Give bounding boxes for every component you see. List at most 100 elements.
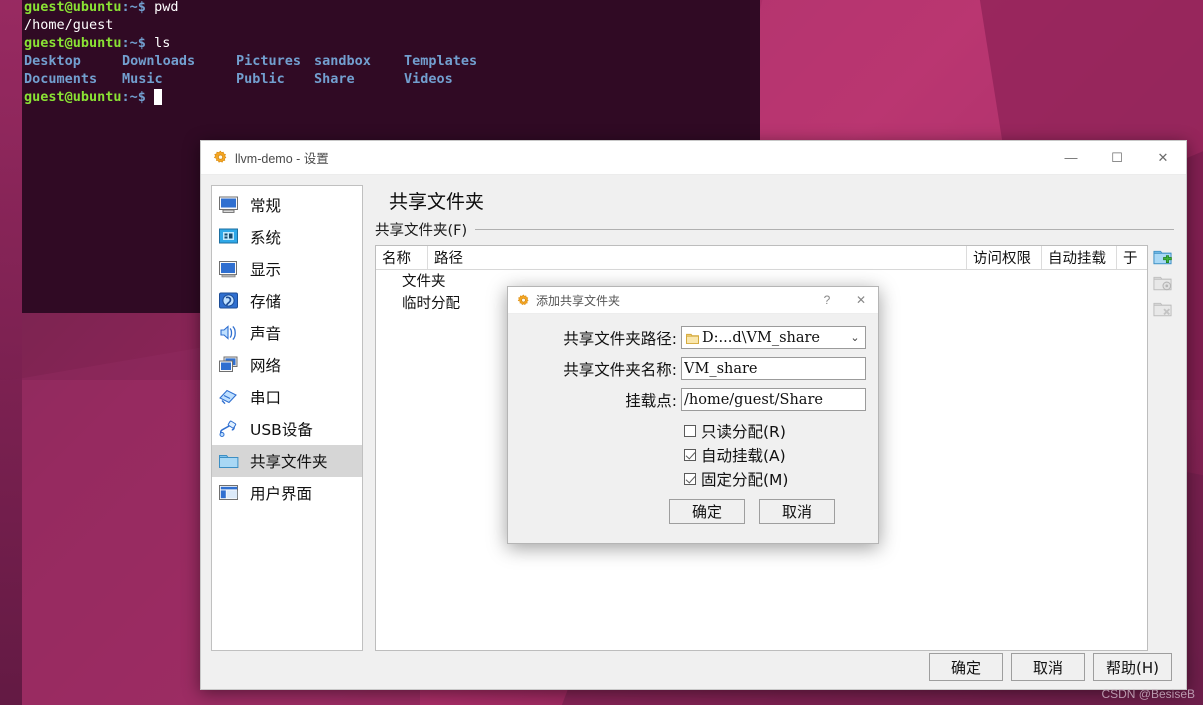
watermark: CSDN @BesiseB <box>1101 687 1195 701</box>
add-shared-folder-button[interactable] <box>1152 247 1172 267</box>
serial-icon <box>218 387 240 407</box>
table-header-row: 名称路径访问权限自动挂载于 <box>376 246 1147 270</box>
make-permanent-checkbox[interactable]: 固定分配(M) <box>684 467 866 491</box>
help-button[interactable]: 帮助(H) <box>1093 653 1172 681</box>
field-value: D:...d\VM_share <box>702 330 847 346</box>
remove-shared-folder-button <box>1152 299 1172 319</box>
sidebar-item-7[interactable]: 串口 <box>212 381 362 413</box>
checkbox-label: 自动挂载(A) <box>701 444 786 466</box>
folder-icon <box>686 332 699 343</box>
dialog-checkboxes: 只读分配(R)自动挂载(A)固定分配(M) <box>518 419 866 491</box>
speaker-icon <box>218 323 240 343</box>
help-icon[interactable]: ? <box>810 287 844 314</box>
group-divider <box>475 229 1174 230</box>
dialog-button-row: 确定 取消 <box>638 499 866 524</box>
ok-button[interactable]: 确定 <box>929 653 1003 681</box>
wallpaper-edge-strip <box>0 0 22 705</box>
dialog-field-row: 挂载点:/home/guest/Share <box>518 388 866 411</box>
terminal-line: guest@ubuntu:~$ <box>24 88 758 106</box>
checkbox-label: 只读分配(R) <box>701 420 786 442</box>
window-controls: — ☐ ✕ <box>1048 141 1186 175</box>
sidebar-item-label: 用户界面 <box>250 482 312 504</box>
display-icon <box>218 259 240 279</box>
network-icon <box>218 355 240 375</box>
dialog-cancel-button[interactable]: 取消 <box>759 499 835 524</box>
sidebar-item-1[interactable]: 常规 <box>212 189 362 221</box>
cancel-button[interactable]: 取消 <box>1011 653 1085 681</box>
settings-window-title: llvm-demo - 设置 <box>235 148 329 167</box>
gear-icon <box>213 150 228 165</box>
chip-icon <box>218 227 240 247</box>
settings-titlebar[interactable]: llvm-demo - 设置 — ☐ ✕ <box>201 141 1186 175</box>
sidebar-item-label: 网络 <box>250 354 281 376</box>
checkbox-box[interactable] <box>684 449 696 461</box>
table-column-header[interactable]: 名称 <box>376 246 428 269</box>
table-column-header[interactable]: 路径 <box>428 246 967 269</box>
field-label: 挂载点: <box>518 389 681 411</box>
dialog-window-controls: ? ✕ <box>810 287 878 314</box>
dialog-fields: 共享文件夹路径:D:...d\VM_share⌄ 共享文件夹名称:VM_share… <box>518 326 866 411</box>
auto-mount-checkbox[interactable]: 自动挂载(A) <box>684 443 866 467</box>
sidebar-item-label: 系统 <box>250 226 281 248</box>
sidebar-item-8[interactable]: USB设备 <box>212 413 362 445</box>
sidebar-item-label: 声音 <box>250 322 281 344</box>
checkbox-box[interactable] <box>684 473 696 485</box>
shared-folder-path-field[interactable]: D:...d\VM_share⌄ <box>681 326 866 349</box>
table-column-header[interactable]: 于 <box>1117 246 1147 269</box>
dialog-field-row: 共享文件夹名称:VM_share <box>518 357 866 380</box>
add-shared-folder-dialog[interactable]: 添加共享文件夹 ? ✕ 共享文件夹路径:D:...d\VM_share⌄共享文件… <box>507 286 879 544</box>
close-icon[interactable]: ✕ <box>1140 141 1186 175</box>
sidebar-item-5[interactable]: 声音 <box>212 317 362 349</box>
sidebar-item-4[interactable]: 存储 <box>212 285 362 317</box>
terminal-line: DocumentsMusicPublicShareVideos <box>24 70 758 88</box>
desktop-wallpaper: DocumentsMusicPublicShareVideosguest@ubu… <box>0 0 1203 705</box>
sidebar-item-2[interactable]: 系统 <box>212 221 362 253</box>
field-value: VM_share <box>684 361 863 377</box>
dialog-titlebar[interactable]: 添加共享文件夹 ? ✕ <box>508 287 878 314</box>
dialog-title: 添加共享文件夹 <box>536 292 620 309</box>
terminal-output: DocumentsMusicPublicShareVideosguest@ubu… <box>24 0 758 106</box>
sidebar-item-6[interactable]: 网络 <box>212 349 362 381</box>
terminal-line: DesktopDownloadsPicturessandboxTemplates <box>24 52 758 70</box>
dialog-ok-button[interactable]: 确定 <box>669 499 745 524</box>
sidebar-item-label: 共享文件夹 <box>250 450 328 472</box>
sidebar-item-9[interactable]: 共享文件夹 <box>212 445 362 477</box>
sidebar-item-label: 串口 <box>250 386 281 408</box>
sidebar-item-3[interactable]: 显示 <box>212 253 362 285</box>
interface-icon <box>218 483 240 503</box>
gear-icon <box>517 294 530 307</box>
disk-icon <box>218 291 240 311</box>
monitor-icon <box>218 195 240 215</box>
edit-shared-folder-button <box>1152 273 1172 293</box>
dialog-body: 共享文件夹路径:D:...d\VM_share⌄ 共享文件夹名称:VM_share… <box>508 314 878 543</box>
settings-sidebar[interactable]: 常规系统显示存储声音网络串口 USB设备共享文件夹用户界面 <box>211 185 363 651</box>
terminal-line: guest@ubuntu:~$ pwd <box>24 0 758 16</box>
maximize-icon[interactable]: ☐ <box>1094 141 1140 175</box>
read-only-checkbox[interactable]: 只读分配(R) <box>684 419 866 443</box>
chevron-down-icon[interactable]: ⌄ <box>847 331 863 344</box>
close-icon[interactable]: ✕ <box>844 287 878 314</box>
shared-folder-name-field[interactable]: VM_share <box>681 357 866 380</box>
settings-button-row: 确定 取消 帮助(H) <box>201 651 1186 689</box>
shared-folder-toolbar <box>1152 245 1174 651</box>
table-column-header[interactable]: 访问权限 <box>967 246 1042 269</box>
sidebar-item-label: 显示 <box>250 258 281 280</box>
folder-icon <box>218 451 240 471</box>
minimize-icon[interactable]: — <box>1048 141 1094 175</box>
mount-point-field[interactable]: /home/guest/Share <box>681 388 866 411</box>
sidebar-item-label: 常规 <box>250 194 281 216</box>
field-label: 共享文件夹名称: <box>518 358 681 380</box>
sidebar-item-label: USB设备 <box>250 418 313 440</box>
field-value: /home/guest/Share <box>684 392 863 408</box>
terminal-line: /home/guest <box>24 16 758 34</box>
sidebar-item-label: 存储 <box>250 290 281 312</box>
usb-icon <box>218 419 240 439</box>
dialog-field-row: 共享文件夹路径:D:...d\VM_share⌄ <box>518 326 866 349</box>
group-label: 共享文件夹(F) <box>375 219 467 240</box>
checkbox-box[interactable] <box>684 425 696 437</box>
page-title: 共享文件夹 <box>389 187 1174 214</box>
checkbox-label: 固定分配(M) <box>701 468 788 490</box>
terminal-line: guest@ubuntu:~$ ls <box>24 34 758 52</box>
sidebar-item-10[interactable]: 用户界面 <box>212 477 362 509</box>
table-column-header[interactable]: 自动挂载 <box>1042 246 1117 269</box>
